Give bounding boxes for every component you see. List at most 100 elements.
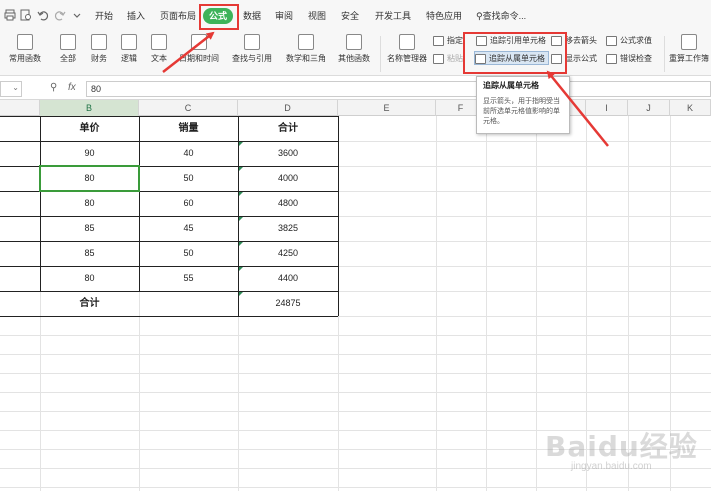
formula-indicator-icon [239, 292, 243, 296]
menu-developer[interactable]: 开发工具 [375, 8, 411, 24]
table-cell[interactable]: 45 [139, 216, 238, 241]
menu-page-layout[interactable]: 页面布局 [160, 8, 196, 24]
formula-indicator-icon [239, 167, 243, 171]
table-cell[interactable]: 3600 [238, 141, 338, 166]
print-icon[interactable] [4, 9, 16, 21]
menu-view[interactable]: 视图 [308, 8, 326, 24]
menu-security[interactable]: 安全 [341, 8, 359, 24]
name-box[interactable]: ⌄ [0, 81, 22, 97]
evaluate-formula-button[interactable]: 公式求值 [606, 34, 652, 48]
table-border [0, 316, 338, 317]
ribbon-datetime-label: 日期和时间 [179, 54, 219, 63]
evaluate-formula-label: 公式求值 [620, 36, 652, 45]
logic-icon [121, 34, 137, 50]
gridline [0, 335, 711, 336]
specify-button[interactable]: 指定 [433, 34, 463, 48]
table-cell[interactable]: 80 [40, 191, 139, 216]
table-cell[interactable]: 60 [139, 191, 238, 216]
ribbon-name-manager-label: 名称管理器 [387, 54, 427, 63]
column-header-b[interactable]: B [40, 100, 139, 116]
customize-dropdown-icon[interactable] [71, 9, 83, 21]
redo-icon[interactable] [54, 9, 66, 21]
table-cell[interactable]: 85 [40, 216, 139, 241]
ribbon-other-label: 其他函数 [338, 54, 370, 63]
table-cell[interactable]: 55 [139, 266, 238, 291]
zoom-icon[interactable]: ⚲ [50, 82, 57, 93]
column-header-row: B C D E F G H I J K [0, 100, 711, 116]
ribbon-lookup-label: 查找与引用 [232, 54, 272, 63]
undo-icon[interactable] [37, 9, 49, 21]
clock-icon [191, 34, 207, 50]
table-cell[interactable]: 3825 [238, 216, 338, 241]
table-cell[interactable]: 4400 [238, 266, 338, 291]
total-value-cell[interactable]: 24875 [238, 291, 338, 316]
table-cell[interactable]: 90 [40, 141, 139, 166]
table-cell[interactable]: 80 [40, 266, 139, 291]
menu-special[interactable]: 特色应用 [426, 8, 462, 24]
paste-label: 粘贴 [447, 54, 463, 63]
finance-icon [91, 34, 107, 50]
specify-icon [433, 36, 444, 46]
name-manager-icon [399, 34, 415, 50]
ribbon-separator [380, 36, 381, 72]
highlight-formulas-tab [199, 4, 239, 30]
table-cell[interactable]: 4800 [238, 191, 338, 216]
table-cell[interactable]: 4000 [238, 166, 338, 191]
ribbon-logic-label: 逻辑 [121, 54, 137, 63]
table-cell[interactable]: 50 [139, 241, 238, 266]
search-command-label: 查找命令... [482, 11, 527, 21]
ribbon-finance-label: 财务 [91, 54, 107, 63]
error-check-icon [606, 54, 617, 64]
table-cell[interactable]: 4250 [238, 241, 338, 266]
text-icon [151, 34, 167, 50]
header-cell-quantity[interactable]: 销量 [139, 116, 238, 141]
recalc-icon [681, 34, 697, 50]
formula-indicator-icon [239, 192, 243, 196]
active-cell-selection [39, 165, 140, 192]
total-label-cell[interactable]: 合计 [40, 291, 139, 316]
menu-review[interactable]: 审阅 [275, 8, 293, 24]
table-cell[interactable]: 40 [139, 141, 238, 166]
column-header-c[interactable]: C [139, 100, 238, 116]
gridline [436, 116, 437, 491]
highlight-trace-buttons [463, 32, 567, 74]
ribbon-recalc-label: 重算工作簿 [669, 54, 709, 63]
menu-insert[interactable]: 插入 [127, 8, 145, 24]
ribbon-all-label: 全部 [60, 54, 76, 63]
ribbon-common-functions-label: 常用函数 [9, 54, 41, 63]
gridline [0, 487, 711, 488]
column-header-k[interactable]: K [670, 100, 711, 116]
column-header-d[interactable]: D [238, 100, 338, 116]
menu-data[interactable]: 数据 [243, 8, 261, 24]
watermark-text: Baidu经验 [545, 430, 698, 463]
header-cell-total[interactable]: 合计 [238, 116, 338, 141]
column-header-i[interactable]: I [586, 100, 628, 116]
formula-input[interactable]: 80 [86, 81, 711, 97]
name-box-dropdown-icon[interactable]: ⌄ [12, 83, 19, 92]
tooltip-title: 追踪从属单元格 [483, 81, 539, 90]
print-preview-icon[interactable] [20, 9, 32, 21]
column-header-j[interactable]: J [628, 100, 670, 116]
table-cell[interactable]: 50 [139, 166, 238, 191]
fx-icon[interactable]: fx [68, 82, 76, 93]
specify-label: 指定 [447, 36, 463, 45]
menu-home[interactable]: 开始 [95, 8, 113, 24]
gridline [0, 392, 711, 393]
error-check-button[interactable]: 错误检查 [606, 52, 652, 66]
show-formulas-label: 显示公式 [565, 54, 597, 63]
gridline [0, 373, 711, 374]
gridline [0, 411, 711, 412]
formula-indicator-icon [239, 242, 243, 246]
menu-bar: 开始 插入 页面布局 公式 数据 审阅 视图 安全 开发工具 特色应用 ⚲查找命… [0, 0, 711, 30]
function-icon [17, 34, 33, 50]
search-command[interactable]: ⚲查找命令... [476, 8, 526, 24]
fx-all-icon [60, 34, 76, 50]
paste-button[interactable]: 粘贴 [433, 52, 463, 66]
ribbon: 常用函数 全部 财务 逻辑 文本 日期和时间 查找与引用 数学和三角 其他函数 … [0, 30, 711, 76]
table-cell[interactable]: 85 [40, 241, 139, 266]
ribbon-text-label: 文本 [151, 54, 167, 63]
header-cell-unit-price[interactable]: 单价 [40, 116, 139, 141]
column-header-e[interactable]: E [338, 100, 436, 116]
search-icon: ⚲ [476, 11, 483, 21]
column-header-a[interactable] [0, 100, 40, 116]
